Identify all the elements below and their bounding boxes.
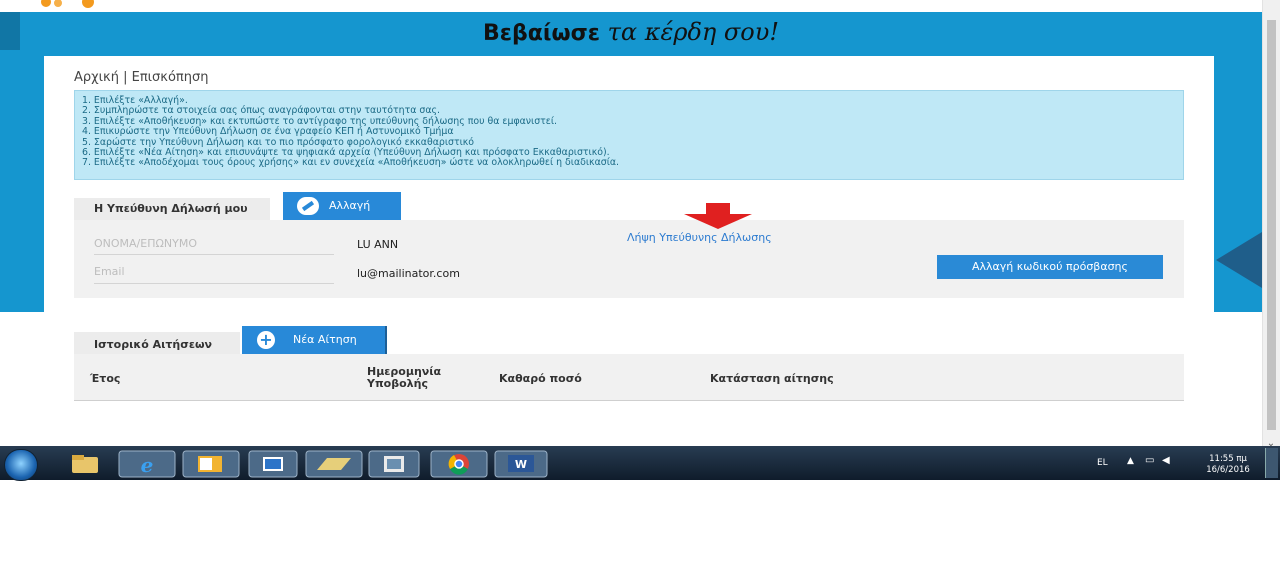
banner-title-italic: τα κέρδη σου! <box>607 18 779 46</box>
chrome-icon[interactable] <box>430 450 488 478</box>
svg-text:e: e <box>141 453 154 477</box>
banner-title: Βεβαίωσε τα κέρδη σου! <box>0 18 1262 46</box>
image-viewer-icon[interactable] <box>368 450 420 478</box>
media-player-icon[interactable] <box>248 450 298 478</box>
breadcrumb: Αρχική | Επισκόπηση <box>74 70 209 85</box>
tray-expand-icon[interactable]: ▲ <box>1127 456 1134 466</box>
pencil-icon <box>297 197 319 215</box>
banner-decoration <box>1216 232 1262 288</box>
change-password-button[interactable]: Αλλαγή κωδικού πρόσβασης <box>937 255 1163 279</box>
language-indicator[interactable]: EL <box>1097 458 1108 468</box>
file-explorer-icon[interactable] <box>66 451 106 477</box>
svg-text:W: W <box>515 458 527 471</box>
word-icon[interactable]: W <box>494 450 548 478</box>
start-button[interactable] <box>4 449 38 481</box>
network-icon[interactable]: ▭ <box>1145 455 1154 466</box>
banner-title-bold: Βεβαίωσε <box>483 21 600 46</box>
red-arrow-icon <box>684 203 752 229</box>
column-header-net-amount[interactable]: Καθαρό ποσό <box>499 372 582 385</box>
name-field-label: ΟΝΟΜΑ/ΕΠΩΝΥΜΟ <box>94 237 197 250</box>
change-button-label: Αλλαγή <box>329 199 371 212</box>
volume-icon[interactable]: ◀ <box>1162 455 1170 466</box>
column-header-status[interactable]: Κατάσταση αίτησης <box>710 372 834 385</box>
top-strip <box>0 0 1262 12</box>
clock-time[interactable]: 11:55 πμ <box>1200 454 1256 464</box>
clock-date[interactable]: 16/6/2016 <box>1200 465 1256 475</box>
change-button[interactable]: Αλλαγή <box>283 192 401 220</box>
email-field-label: Email <box>94 265 125 278</box>
show-desktop-button[interactable] <box>1265 448 1278 478</box>
name-field-underline <box>94 254 334 255</box>
email-value: lu@mailinator.com <box>357 267 460 280</box>
internet-explorer-icon[interactable]: e <box>118 450 176 478</box>
instruction-item: 7. Επιλέξτε «Αποδέχομαι τους όρους χρήση… <box>82 157 620 169</box>
name-value: LU ANN <box>357 238 399 251</box>
column-header-year[interactable]: Έτος <box>90 372 120 385</box>
tab-my-declaration[interactable]: Η Υπεύθυνη Δήλωσή μου <box>74 198 270 220</box>
instructions-box: 1. Επιλέξτε «Αλλαγή». 2. Συμπληρώστε τα … <box>74 90 1184 180</box>
outlook-icon[interactable] <box>182 450 240 478</box>
scrollbar-thumb[interactable] <box>1267 20 1276 430</box>
email-field-underline <box>94 283 334 284</box>
folder-window-icon[interactable] <box>305 450 363 478</box>
logo-icon <box>41 0 94 8</box>
new-application-button[interactable]: + Νέα Αίτηση <box>242 326 387 354</box>
tab-application-history[interactable]: Ιστορικό Αιτήσεων <box>74 332 240 354</box>
new-application-label: Νέα Αίτηση <box>293 333 357 346</box>
plus-icon: + <box>257 331 275 349</box>
history-table-header <box>74 354 1184 401</box>
download-declaration-link[interactable]: Λήψη Υπεύθυνης Δήλωσης <box>627 231 772 244</box>
column-header-submission-date[interactable]: Ημερομηνία Υποβολής <box>367 366 467 390</box>
